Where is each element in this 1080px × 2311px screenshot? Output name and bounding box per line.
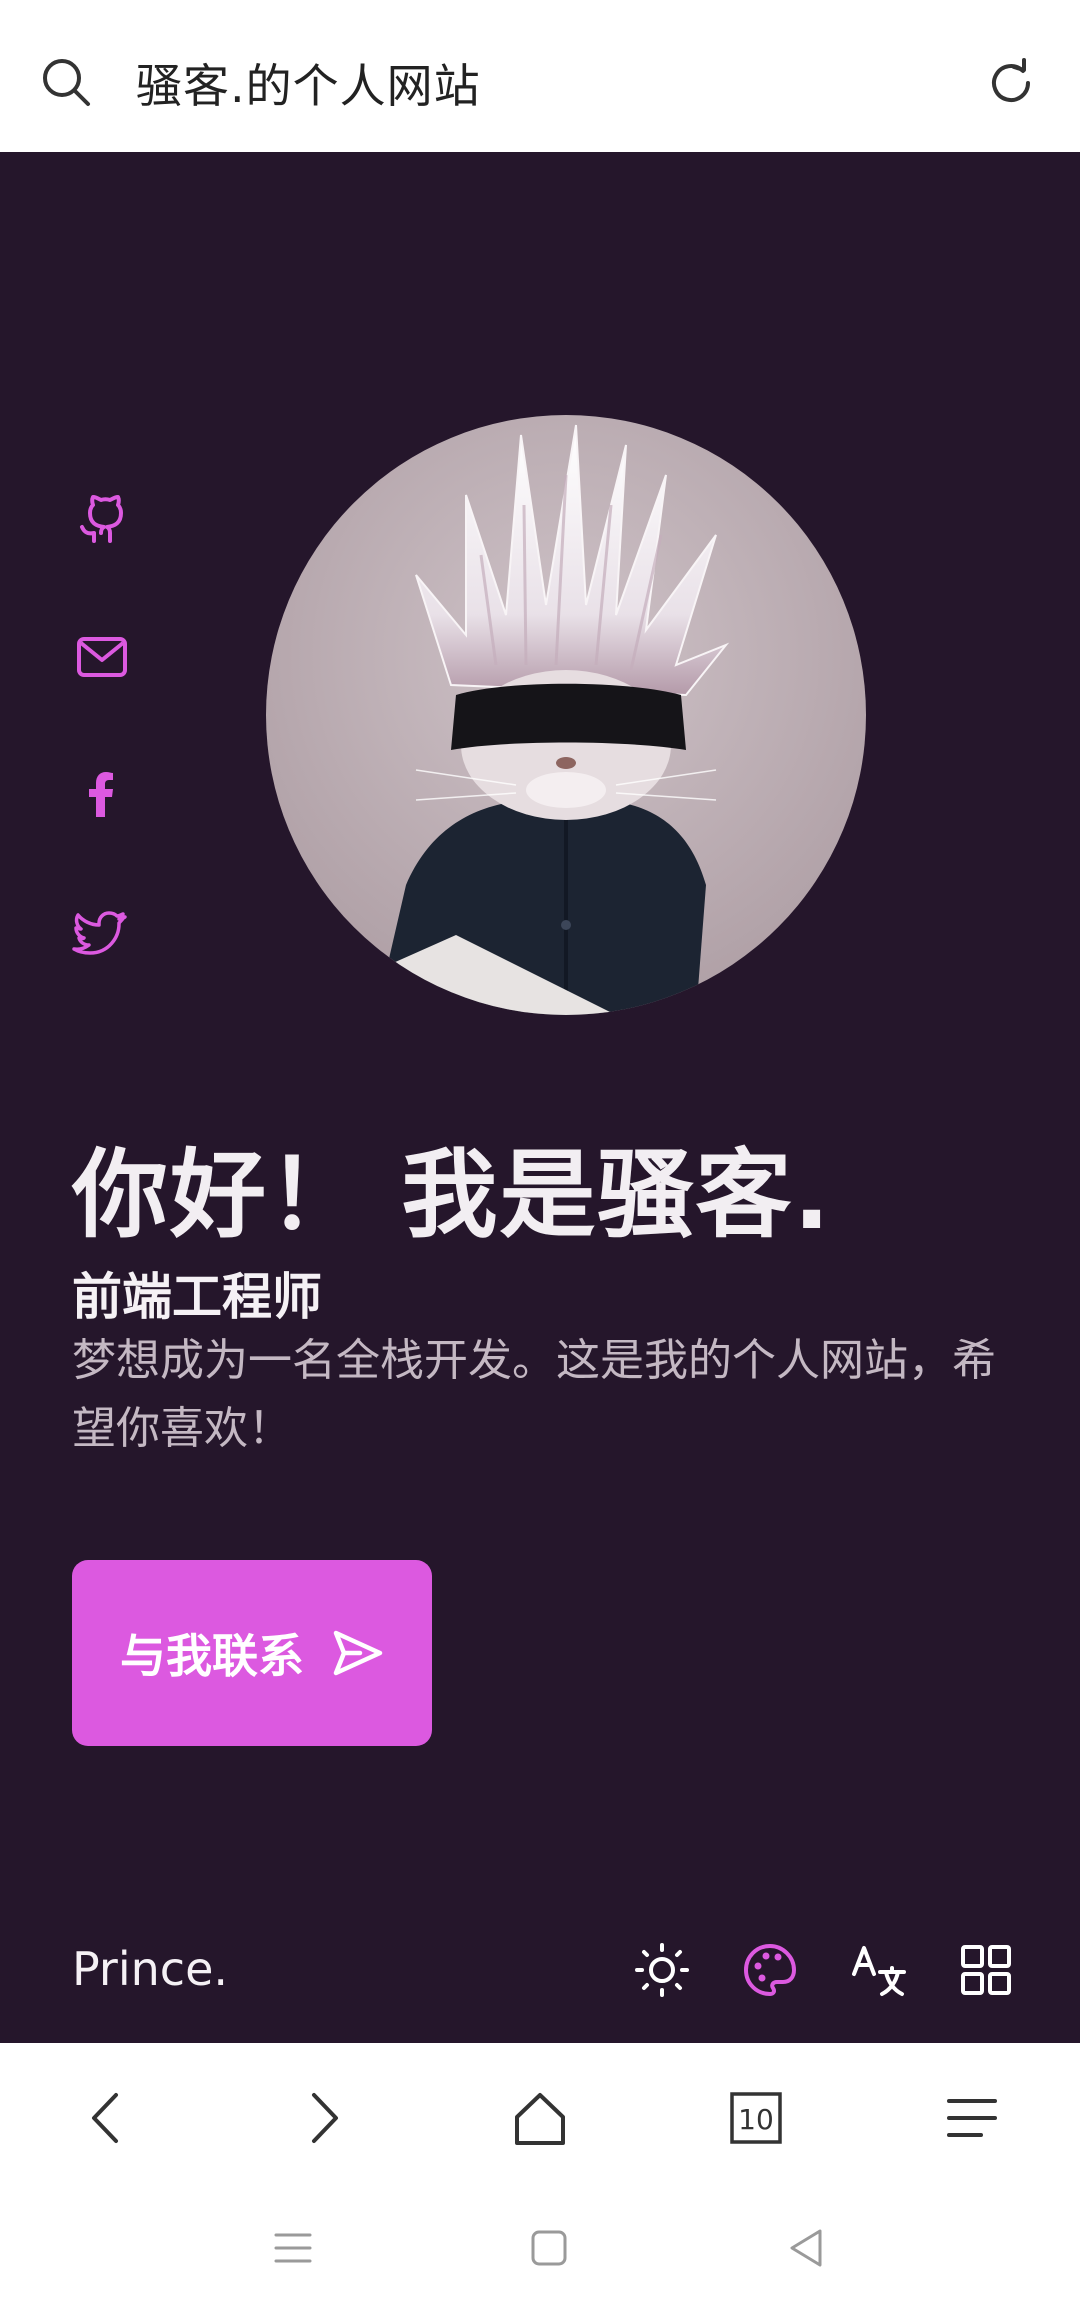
greeting-heading: 你好！ 我是骚客. <box>72 1139 832 1251</box>
send-icon <box>330 1625 386 1681</box>
reload-icon[interactable] <box>984 56 1038 110</box>
forward-icon[interactable] <box>288 2083 358 2153</box>
mail-icon[interactable] <box>72 627 132 687</box>
intro-text: 梦想成为一名全栈开发。这是我的个人网站，希望你喜欢！ <box>72 1335 996 1454</box>
grid-icon[interactable] <box>956 1940 1016 2000</box>
search-icon[interactable] <box>40 56 92 108</box>
home-icon[interactable] <box>505 2083 575 2153</box>
twitter-icon[interactable] <box>72 904 132 964</box>
role-subtitle: 前端工程师 <box>72 1268 322 1326</box>
facebook-icon[interactable] <box>72 765 132 825</box>
brand-logo[interactable]: Prince. <box>72 1942 228 1996</box>
translate-icon[interactable] <box>848 1940 908 2000</box>
contact-button-label: 与我联系 <box>120 1629 304 1683</box>
recent-apps-icon[interactable] <box>268 2223 318 2273</box>
browser-bottom-bar: 10 <box>0 2043 1080 2193</box>
tab-count: 10 <box>738 2103 774 2136</box>
avatar <box>266 415 866 1015</box>
github-icon[interactable] <box>72 487 132 547</box>
home-button-icon[interactable] <box>524 2223 574 2273</box>
system-nav-bar <box>0 2193 1080 2311</box>
tabs-icon[interactable]: 10 <box>721 2083 791 2153</box>
back-icon[interactable] <box>72 2083 142 2153</box>
home-section: 你好！ 我是骚客. 前端工程师 梦想成为一名全栈开发。这是我的个人网站，希望你喜… <box>0 152 1080 2043</box>
sun-icon[interactable] <box>632 1940 692 2000</box>
browser-page-title[interactable]: 骚客.的个人网站 <box>136 50 481 116</box>
menu-icon[interactable] <box>937 2083 1007 2153</box>
back-button-icon[interactable] <box>782 2223 832 2273</box>
palette-icon[interactable] <box>740 1940 800 2000</box>
browser-top-bar: 骚客.的个人网站 <box>0 0 1080 152</box>
contact-button[interactable]: 与我联系 <box>72 1560 432 1746</box>
